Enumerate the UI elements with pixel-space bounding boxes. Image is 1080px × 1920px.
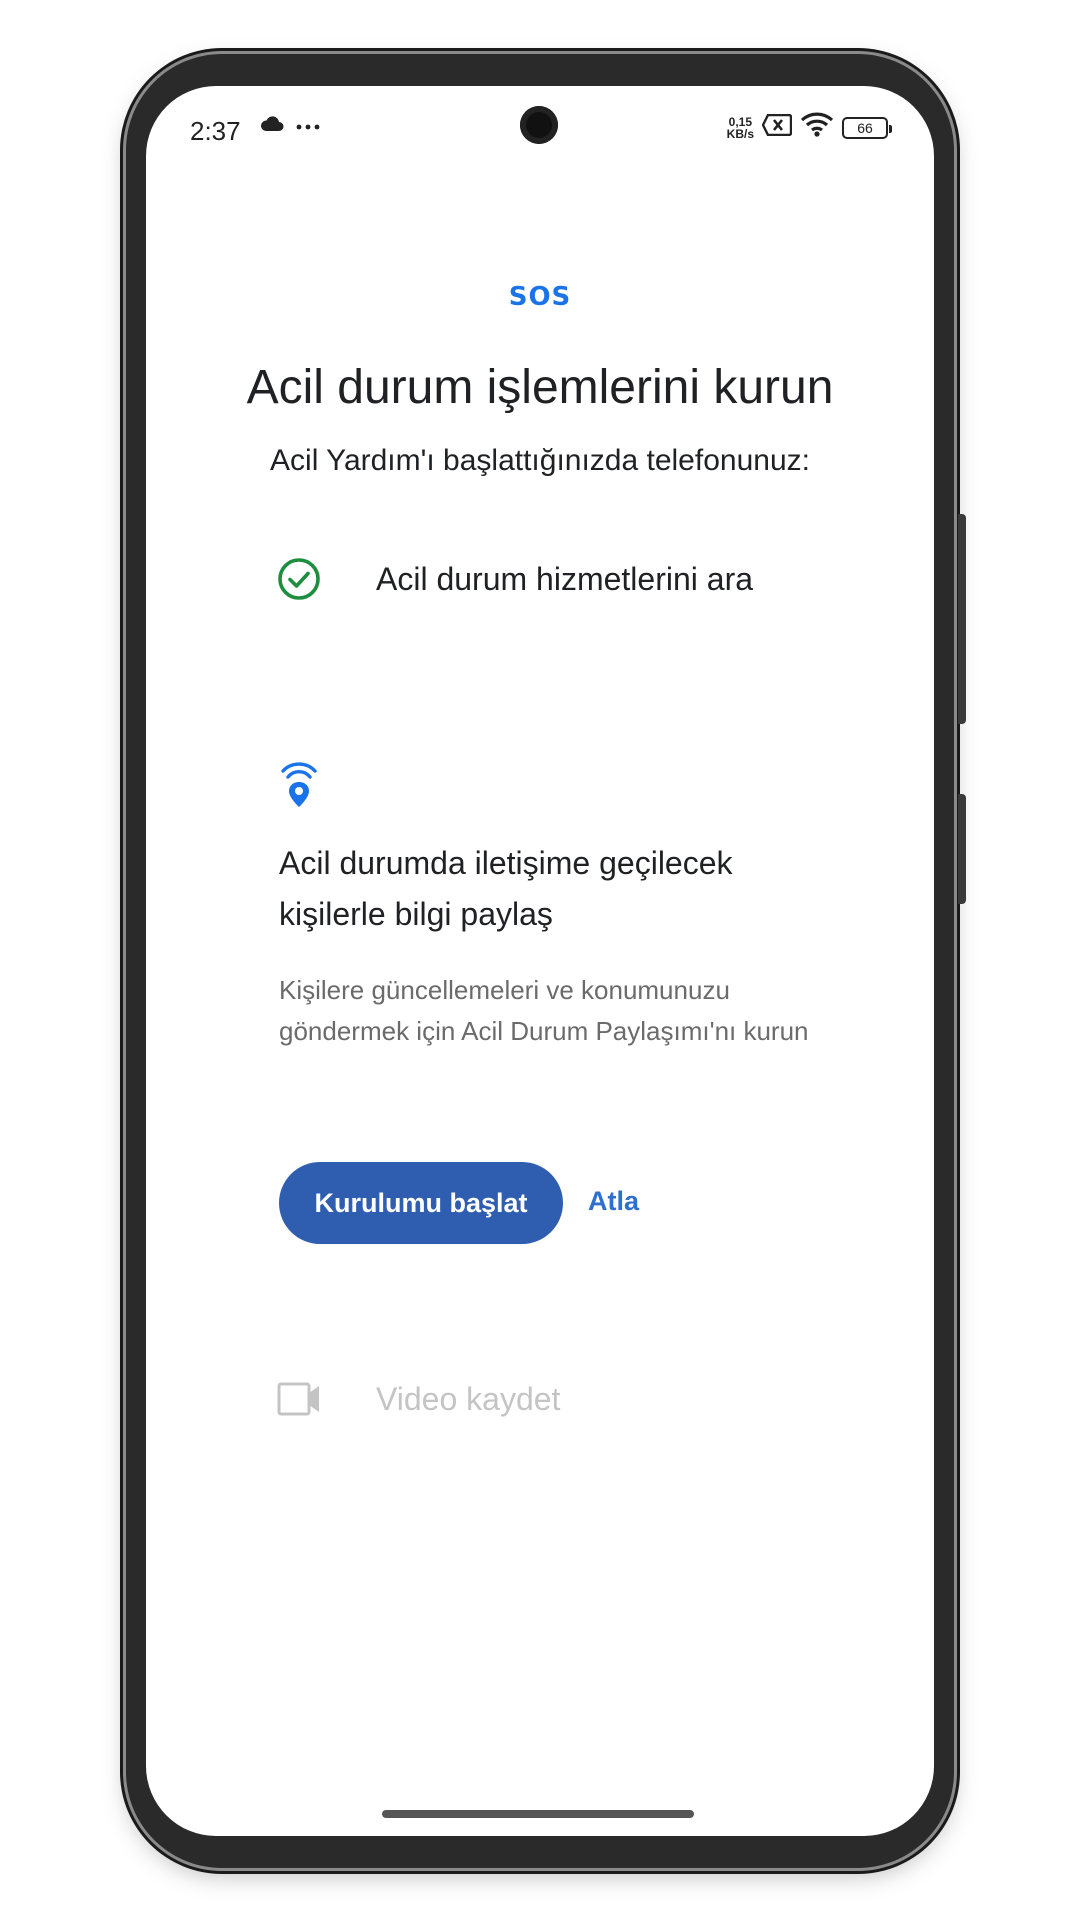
call-services-label: Acil durum hizmetlerini ara	[376, 560, 754, 597]
more-dots-icon	[296, 118, 320, 136]
status-time: 2:37	[190, 116, 241, 146]
power-button	[958, 514, 966, 724]
record-video-row[interactable]: Video kaydet	[276, 1376, 560, 1422]
front-camera	[520, 106, 558, 144]
page: 2:37 0,15 KB/s 66 SOS Acil durum işlemle…	[0, 0, 1080, 1920]
page-subtitle: Acil Yardım'ı başlattığınızda telefonunu…	[270, 444, 810, 477]
screen: 2:37 0,15 KB/s 66 SOS Acil durum işlemle…	[146, 86, 934, 1836]
wifi-icon	[800, 112, 834, 143]
share-info-title: Acil durumda iletişime geçilecek kişiler…	[279, 845, 733, 932]
network-speed: 0,15 KB/s	[727, 116, 754, 140]
start-setup-button[interactable]: Kurulumu başlat	[279, 1162, 563, 1244]
home-indicator[interactable]	[382, 1810, 694, 1818]
network-speed-unit: KB/s	[726, 126, 754, 141]
check-circle-icon	[276, 556, 322, 602]
record-video-label: Video kaydet	[376, 1380, 561, 1417]
share-info-description: Kişilere güncellemeleri ve konumunuzu gö…	[279, 975, 809, 1046]
battery-level: 66	[857, 119, 873, 136]
call-services-row[interactable]: Acil durum hizmetlerini ara	[276, 556, 753, 602]
video-camera-icon	[276, 1376, 322, 1422]
status-left-icons	[260, 116, 320, 137]
network-speed-value: 0,15	[728, 114, 752, 129]
sim-x-icon	[761, 113, 793, 141]
sos-icon: SOS	[508, 282, 572, 312]
location-broadcast-icon	[278, 758, 320, 810]
page-title: Acil durum işlemlerini kurun	[246, 361, 834, 414]
status-right-icons: 0,15 KB/s 66	[727, 112, 892, 143]
status-bar: 2:37 0,15 KB/s 66	[146, 86, 934, 166]
skip-link[interactable]: Atla	[588, 1186, 639, 1217]
volume-button	[958, 794, 966, 904]
cloud-icon	[260, 116, 284, 137]
battery-icon: 66	[842, 116, 892, 139]
